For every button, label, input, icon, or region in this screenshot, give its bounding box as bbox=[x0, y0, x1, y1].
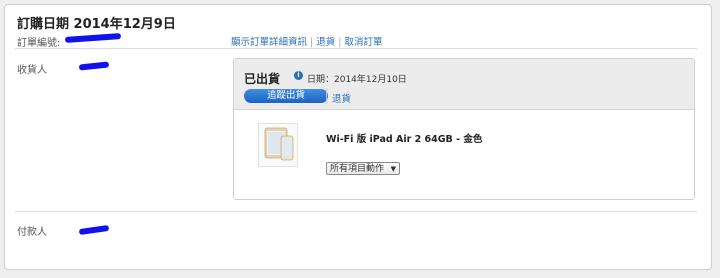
shipment-header: 已出貨 i 日期：2014年12月10日 追蹤出貨 退貨 bbox=[234, 59, 694, 110]
divider bbox=[326, 88, 327, 104]
redacted-recipient bbox=[78, 61, 110, 71]
payer-label: 付款人 bbox=[17, 227, 47, 238]
cancel-order-link[interactable]: 取消訂單 bbox=[344, 37, 382, 48]
order-panel: 訂購日期 2014年12月9日 訂單編號: 顯示訂單詳細資訊 | 退貨 | 取消訂單 收… bbox=[4, 4, 712, 270]
order-number-label: 訂單編號: bbox=[17, 38, 61, 49]
track-shipment-button[interactable]: 追蹤出貨 bbox=[244, 89, 328, 103]
info-icon: i bbox=[294, 71, 303, 80]
shipment-box: 已出貨 i 日期：2014年12月10日 追蹤出貨 退貨 Wi-Fi 版 iPa… bbox=[233, 58, 695, 200]
item-actions-select[interactable]: 所有項目動作 ▼ bbox=[326, 162, 400, 175]
return-link[interactable]: 退貨 bbox=[316, 37, 335, 48]
redacted-payer bbox=[78, 224, 110, 236]
divider bbox=[15, 211, 697, 212]
order-links: 顯示訂單詳細資訊 | 退貨 | 取消訂單 bbox=[231, 37, 383, 48]
redacted-order-number bbox=[64, 33, 122, 43]
shipment-date: 日期：2014年12月10日 bbox=[307, 75, 407, 85]
shipment-status: 已出貨 bbox=[244, 72, 281, 86]
item-actions-select-value: 所有項目動作 bbox=[330, 164, 385, 174]
show-order-details-link[interactable]: 顯示訂單詳細資訊 bbox=[231, 37, 307, 48]
product-name: Wi-Fi 版 iPad Air 2 64GB - 金色 bbox=[326, 134, 483, 145]
shipment-return-link[interactable]: 退貨 bbox=[332, 91, 351, 105]
order-date-title: 訂購日期 2014年12月9日 bbox=[17, 17, 176, 32]
dropdown-arrow-icon: ▼ bbox=[390, 165, 396, 173]
ipad-product-thumbnail bbox=[258, 123, 298, 167]
recipient-label: 收貨人 bbox=[17, 65, 47, 76]
divider bbox=[15, 48, 697, 49]
